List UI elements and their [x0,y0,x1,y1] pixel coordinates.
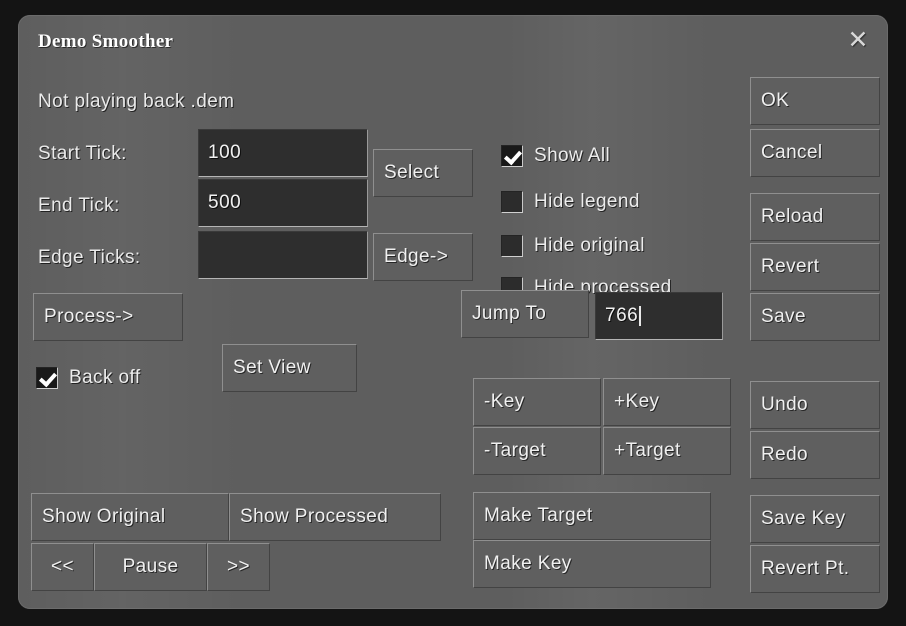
redo-button[interactable]: Redo [750,431,880,479]
checkbox-box [501,145,523,167]
cancel-button[interactable]: Cancel [750,129,880,177]
start-tick-input[interactable]: 100 [198,129,368,177]
set-view-button[interactable]: Set View [222,344,357,392]
hide-legend-label: Hide legend [534,191,640,212]
edge-ticks-label: Edge Ticks: [38,247,141,268]
forward-button[interactable]: >> [207,543,270,591]
pause-button[interactable]: Pause [94,543,207,591]
plus-target-button[interactable]: +Target [603,427,731,475]
reload-button[interactable]: Reload [750,193,880,241]
close-icon[interactable]: ✕ [844,27,872,55]
plus-key-button[interactable]: +Key [603,378,731,426]
edge-ticks-input[interactable] [198,231,368,279]
show-all-checkbox[interactable]: Show All [501,145,610,167]
edge-button[interactable]: Edge-> [373,233,473,281]
end-tick-input[interactable]: 500 [198,179,368,227]
minus-target-button[interactable]: -Target [473,427,601,475]
minus-key-button[interactable]: -Key [473,378,601,426]
undo-button[interactable]: Undo [750,381,880,429]
checkbox-box [501,235,523,257]
text-caret [639,306,642,326]
select-button[interactable]: Select [373,149,473,197]
start-tick-label: Start Tick: [38,143,127,164]
back-off-checkbox[interactable]: Back off [36,367,141,389]
hide-original-checkbox[interactable]: Hide original [501,235,645,257]
make-target-button[interactable]: Make Target [473,492,711,540]
playback-status-text: Not playing back .dem [38,91,235,112]
save-button[interactable]: Save [750,293,880,341]
hide-legend-checkbox[interactable]: Hide legend [501,191,640,213]
show-original-button[interactable]: Show Original [31,493,229,541]
demo-smoother-dialog: Demo Smoother ✕ Not playing back .dem St… [18,15,888,609]
jump-to-input[interactable]: 766 [595,292,723,340]
jump-to-value: 766 [605,305,639,326]
page-title: Demo Smoother [38,31,174,52]
checkbox-box [36,367,58,389]
save-key-button[interactable]: Save Key [750,495,880,543]
show-all-label: Show All [534,145,611,166]
back-off-label: Back off [69,367,141,388]
jump-to-button[interactable]: Jump To [461,290,589,338]
revert-pt-button[interactable]: Revert Pt. [750,545,880,593]
hide-original-label: Hide original [534,235,645,256]
process-button[interactable]: Process-> [33,293,183,341]
screen-backdrop: Demo Smoother ✕ Not playing back .dem St… [0,0,906,626]
checkbox-box [501,191,523,213]
make-key-button[interactable]: Make Key [473,540,711,588]
revert-button[interactable]: Revert [750,243,880,291]
end-tick-label: End Tick: [38,195,120,216]
show-processed-button[interactable]: Show Processed [229,493,441,541]
rewind-button[interactable]: << [31,543,94,591]
ok-button[interactable]: OK [750,77,880,125]
